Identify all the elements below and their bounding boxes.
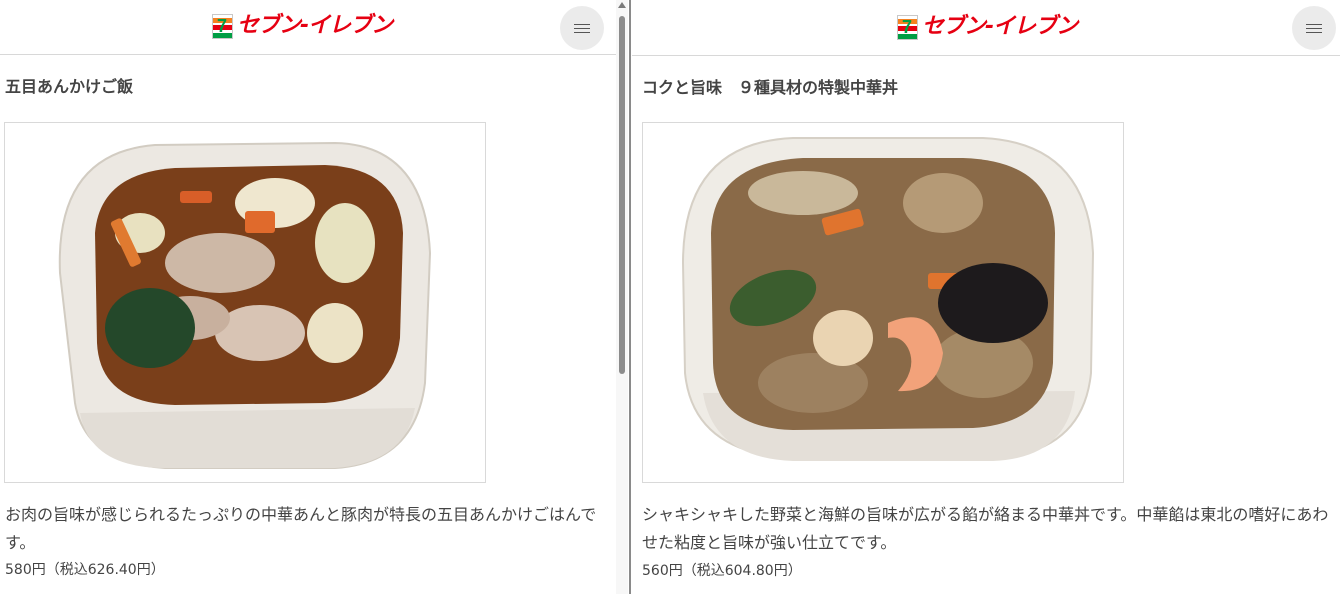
- scroll-up-arrow-icon[interactable]: [618, 2, 626, 8]
- menu-button[interactable]: [1292, 6, 1336, 50]
- menu-button[interactable]: [560, 6, 604, 50]
- brand-logo-text: セブン-イレブン: [922, 14, 1078, 39]
- browser-pane-right: 7 セブン-イレブン コクと旨味 ９種具材の特製中華丼 シャキシャキした野菜と海…: [632, 0, 1340, 594]
- brand-logo[interactable]: 7 セブン-イレブン: [897, 13, 1078, 41]
- vertical-scrollbar[interactable]: [616, 0, 628, 594]
- product-price: 560円（税込604.80円）: [642, 563, 802, 579]
- product-title: 五目あんかけご飯: [5, 77, 134, 96]
- brand-logo-text: セブン-イレブン: [237, 13, 393, 38]
- site-header: 7 セブン-イレブン: [0, 0, 616, 55]
- food-bowl-photo-icon: [58, 141, 432, 469]
- scrollbar-thumb[interactable]: [619, 16, 625, 374]
- product-description: お肉の旨味が感じられるたっぷりの中華あんと豚肉が特長の五目あんかけごはんです。: [5, 505, 597, 552]
- food-bowl-photo-icon: [681, 137, 1095, 461]
- seven-eleven-logo-icon: 7: [897, 14, 918, 40]
- product-image: [4, 122, 486, 483]
- browser-pane-left: 7 セブン-イレブン 五目あんかけご飯 お肉の旨味が感じられるたっぷりの中華あん…: [0, 0, 616, 594]
- product-description: シャキシャキした野菜と海鮮の旨味が広がる餡が絡まる中華丼です。中華餡は東北の嗜好…: [642, 505, 1329, 552]
- seven-eleven-logo-icon: 7: [212, 13, 233, 39]
- product-title: コクと旨味 ９種具材の特製中華丼: [642, 78, 899, 97]
- hamburger-icon: [1306, 23, 1322, 25]
- brand-logo[interactable]: 7 セブン-イレブン: [212, 12, 393, 40]
- product-price: 580円（税込626.40円）: [5, 562, 165, 578]
- hamburger-icon: [574, 23, 590, 25]
- site-header: 7 セブン-イレブン: [632, 0, 1340, 56]
- product-image: [642, 122, 1124, 483]
